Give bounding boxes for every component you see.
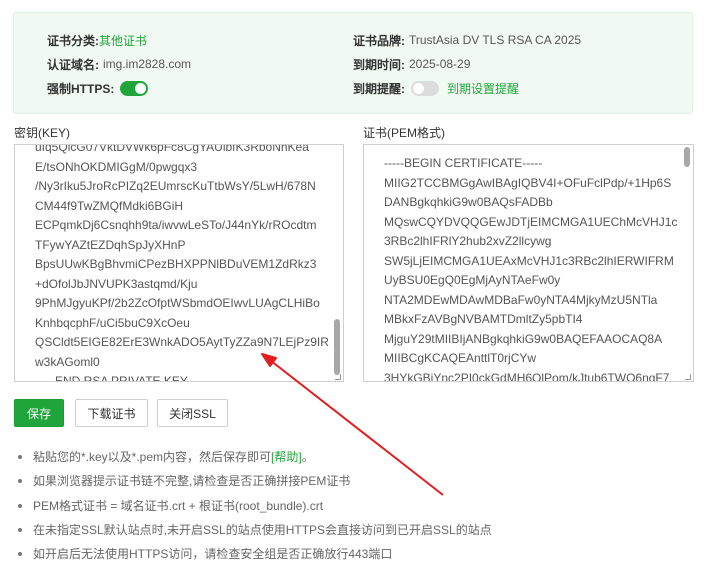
- force-https-row: 强制HTTPS:: [47, 80, 149, 96]
- bullet-icon: [18, 527, 22, 532]
- key-line: uIq5QlcG07VktDVWk6pFc8CgYAUlbfK3RboNhKea: [35, 144, 309, 154]
- expiry-reminder-row: 到期提醒: 到期设置提醒: [353, 80, 519, 96]
- tip-pem-text: PEM格式证书 = 域名证书.crt + 根证书(root_bundle).cr…: [33, 499, 324, 513]
- cert-line: -----BEGIN CERTIFICATE-----: [384, 156, 543, 170]
- key-line: -----END RSA PRIVATE KEY-----: [35, 374, 207, 382]
- bullet-icon: [18, 503, 22, 508]
- key-line: +dOfolJbJNVUPK3astqmd/Kju: [35, 276, 198, 291]
- private-key-resize-handle[interactable]: [335, 374, 341, 380]
- tip-item: PEM格式证书 = 域名证书.crt + 根证书(root_bundle).cr…: [18, 497, 323, 514]
- cert-line: MIIG2TCCBMGgAwIBAgIQBV4I+OFuFclPdp/+1Hp6…: [384, 175, 672, 190]
- certificate-textarea[interactable]: -----BEGIN CERTIFICATE----- MIIG2TCCBMGgA…: [363, 144, 694, 382]
- cert-line: 3HYkGBiYnc2PI0ckGdMH6OlPom/kJtub6TWO6nqF…: [384, 370, 670, 382]
- tip-item: 粘贴您的*.key以及*.pem内容，然后保存即可 [帮助] 。: [18, 448, 314, 465]
- bullet-icon: [18, 551, 22, 556]
- cert-domain-label: 认证域名:: [47, 57, 99, 72]
- cert-expiry-label: 到期时间:: [353, 57, 405, 72]
- help-link[interactable]: [帮助]: [271, 448, 302, 465]
- cert-line: MIIBCgKCAQEAnttlT0rjCYw: [384, 351, 537, 365]
- bullet-icon: [18, 454, 22, 459]
- key-line: E/tsONhOKDMIGgM/0pwgqx3: [35, 159, 198, 174]
- key-line: w3kAGoml0: [35, 354, 100, 369]
- cert-line: SW5jLjEIMCMGA1UEAxMcVHJ1c3RBc2lhIERWIFRM: [384, 253, 674, 268]
- key-line: TFywYAZtEZDqhSpJyXHnP: [35, 237, 186, 252]
- key-line: CM44f9TwZMQfMdki6BGiH: [35, 198, 184, 213]
- tip-item: 如开启后无法使用HTTPS访问，请检查安全组是否正确放行443端口: [18, 545, 392, 562]
- tip-chain-text: 如果浏览器提示证书链不完整,请检查是否正确拼接PEM证书: [33, 474, 351, 488]
- key-line: ECPqmkDj6Csnqhh9ta/iwvwLeSTo/J44nYk/rROc…: [35, 218, 317, 232]
- cert-line: MQswCQYDVQQGEwJDTjEIMCMGA1UEChMcVHJ1c: [384, 214, 678, 229]
- key-line: /Ny3rIku5JroRcPIZq2EUmrscKuTtbWsY/5LwH/6…: [35, 179, 316, 193]
- cert-expiry-row: 到期时间: 2025-08-29: [353, 56, 470, 72]
- cert-line: NTA2MDEwMDAwMDBaFw0yNTA4MjkyMzU5NTla: [384, 292, 658, 307]
- tip-period: 。: [301, 450, 314, 464]
- tip-item: 在未指定SSL默认站点时,未开启SSL的站点使用HTTPS会直接访问到已开启SS…: [18, 521, 492, 538]
- certificate-scrollbar[interactable]: [684, 147, 690, 167]
- expiry-reminder-toggle[interactable]: [411, 80, 439, 96]
- certificate-content: -----BEGIN CERTIFICATE----- MIIG2TCCBMGgA…: [384, 154, 679, 382]
- expiry-reminder-settings-link[interactable]: 到期设置提醒: [447, 80, 519, 97]
- cert-category-label: 证书分类:: [47, 33, 99, 48]
- save-button[interactable]: 保存: [14, 399, 64, 427]
- tip-default-site-text: 在未指定SSL默认站点时,未开启SSL的站点使用HTTPS会直接访问到已开启SS…: [33, 523, 492, 537]
- key-line: BpsUUwKBgBhvmiCPezBHXPPNlBDuVEM1ZdRkz3: [35, 257, 317, 271]
- expiry-reminder-label: 到期提醒:: [353, 81, 405, 96]
- cert-domain-value: img.im2828.com: [103, 57, 192, 71]
- cert-line: MjguY29tMIIBIjANBgkqhkiG9w0BAQEFAAOCAQ8A: [384, 331, 663, 346]
- cert-line: UyBSU0EgQ0EgMjAyNTAeFw0y: [384, 273, 561, 287]
- tip-port-text: 如开启后无法使用HTTPS访问，请检查安全组是否正确放行443端口: [33, 547, 393, 561]
- close-ssl-button[interactable]: 关闭SSL: [157, 399, 228, 427]
- tip-item: 如果浏览器提示证书链不完整,请检查是否正确拼接PEM证书: [18, 472, 350, 489]
- cert-brand-label: 证书品牌:: [353, 33, 405, 48]
- private-key-scrollbar[interactable]: [334, 319, 340, 375]
- cert-line: 3RBc2lhIFRlY2hub2xvZ2llcywg: [384, 234, 552, 248]
- private-key-textarea[interactable]: uIq5QlcG07VktDVWk6pFc8CgYAUlbfK3RboNhKea…: [14, 144, 344, 382]
- cert-brand-value: TrustAsia DV TLS RSA CA 2025: [409, 33, 582, 47]
- cert-brand-row: 证书品牌: TrustAsia DV TLS RSA CA 2025: [353, 32, 581, 48]
- cert-category-row: 证书分类: 其他证书: [47, 32, 147, 48]
- download-cert-button[interactable]: 下载证书: [75, 399, 148, 427]
- cert-field-label: 证书(PEM格式): [363, 126, 445, 140]
- cert-expiry-value: 2025-08-29: [409, 57, 471, 71]
- force-https-toggle[interactable]: [120, 80, 149, 96]
- certificate-resize-handle[interactable]: [685, 374, 691, 380]
- key-line: 9PhMJgyuKPf/2b2ZcOfptWSbmdOEIwvLUAgCLHiB…: [35, 296, 320, 310]
- cert-line: MBkxFzAVBgNVBAMTDmltZy5pbTI4: [384, 312, 583, 326]
- cert-domain-row: 认证域名: img.im2828.com: [47, 56, 191, 72]
- key-field-label: 密钥(KEY): [14, 126, 71, 140]
- key-line: QSCldt5EIGE82ErE3WnkADO5AytTyZZa9N7LEjPz…: [35, 335, 329, 349]
- tip-paste-text: 粘贴您的*.key以及*.pem内容，然后保存即可: [33, 450, 272, 464]
- certificate-info-panel: 证书分类: 其他证书 认证域名: img.im2828.com 强制HTTPS:…: [13, 12, 693, 114]
- key-line: KnhbqcphF/uCi5buC9XcOeu: [35, 315, 190, 330]
- force-https-label: 强制HTTPS:: [47, 81, 115, 96]
- cert-line: DANBgkqhkiG9w0BAQsFADBb: [384, 195, 553, 209]
- private-key-content: uIq5QlcG07VktDVWk6pFc8CgYAUlbfK3RboNhKea…: [35, 144, 329, 382]
- bullet-icon: [18, 478, 22, 483]
- cert-category-value: 其他证书: [99, 33, 148, 48]
